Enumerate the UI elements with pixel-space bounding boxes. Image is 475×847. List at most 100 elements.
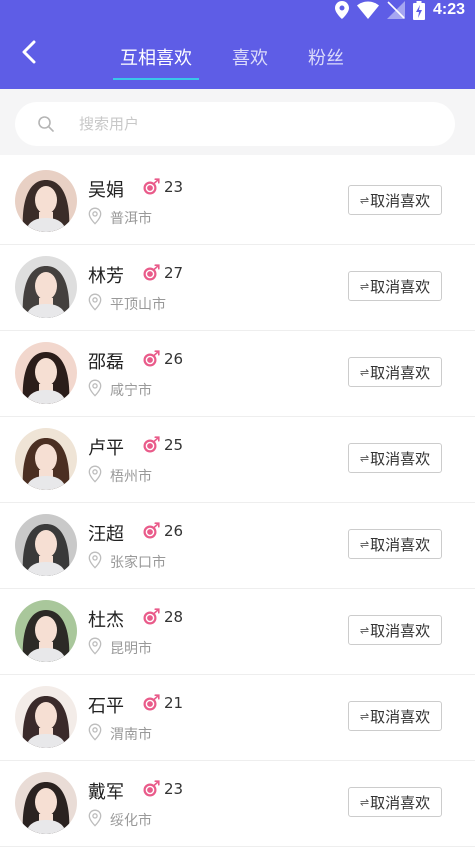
search-input[interactable] [77, 114, 411, 134]
tab-fans[interactable]: 粉丝 [288, 34, 364, 80]
user-name[interactable]: 汪超 [88, 520, 124, 546]
female-gender-icon [143, 350, 160, 367]
unlike-button-label: 取消喜欢 [370, 191, 431, 210]
unlike-button-label: 取消喜欢 [370, 621, 431, 640]
avatar-image [15, 686, 77, 748]
unlike-button[interactable]: ⇌ 取消喜欢 [348, 615, 442, 645]
swap-arrows-icon: ⇌ [359, 795, 370, 809]
location-pin-icon [88, 637, 102, 655]
battery-icon [412, 0, 425, 20]
list-item[interactable]: 戴军 23 绥化市 ⇌ 取消喜欢 [0, 761, 475, 847]
location-pin-icon [88, 723, 102, 741]
female-gender-icon [143, 522, 160, 539]
list-item[interactable]: 林芳 27 平顶山市 ⇌ 取消喜欢 [0, 245, 475, 331]
wifi-icon [356, 1, 379, 19]
swap-arrows-icon: ⇌ [359, 279, 370, 293]
list-item[interactable]: 卢平 25 梧州市 ⇌ 取消喜欢 [0, 417, 475, 503]
user-list: 吴娟 23 普洱市 ⇌ 取消喜欢 林芳 27 平顶山市 ⇌ 取消喜欢 邵磊 26… [0, 159, 475, 847]
user-city: 渭南市 [110, 727, 152, 743]
avatar-image [15, 772, 77, 834]
status-bar: 4:23 [0, 0, 475, 20]
unlike-button[interactable]: ⇌ 取消喜欢 [348, 271, 442, 301]
user-age: 21 [164, 694, 184, 712]
avatar[interactable] [15, 342, 77, 404]
avatar-image [15, 342, 77, 404]
user-age: 27 [164, 264, 184, 282]
back-button[interactable] [16, 39, 42, 65]
user-name[interactable]: 邵磊 [88, 348, 124, 374]
user-name[interactable]: 杜杰 [88, 606, 124, 632]
swap-arrows-icon: ⇌ [359, 365, 370, 379]
user-city: 绥化市 [110, 813, 152, 829]
female-gender-icon [143, 608, 160, 625]
swap-arrows-icon: ⇌ [359, 623, 370, 637]
user-age: 26 [164, 350, 184, 368]
list-item[interactable]: 邵磊 26 咸宁市 ⇌ 取消喜欢 [0, 331, 475, 417]
avatar-image [15, 428, 77, 490]
avatar[interactable] [15, 600, 77, 662]
user-city: 咸宁市 [110, 383, 152, 399]
unlike-button[interactable]: ⇌ 取消喜欢 [348, 357, 442, 387]
swap-arrows-icon: ⇌ [359, 537, 370, 551]
list-item[interactable]: 吴娟 23 普洱市 ⇌ 取消喜欢 [0, 159, 475, 245]
list-item[interactable]: 石平 21 渭南市 ⇌ 取消喜欢 [0, 675, 475, 761]
unlike-button[interactable]: ⇌ 取消喜欢 [348, 185, 442, 215]
swap-arrows-icon: ⇌ [359, 451, 370, 465]
unlike-button-label: 取消喜欢 [370, 707, 431, 726]
avatar-image [15, 170, 77, 232]
location-pin-icon [88, 465, 102, 483]
tab-like[interactable]: 喜欢 [212, 34, 288, 80]
status-time: 4:23 [432, 1, 465, 18]
user-city: 昆明市 [110, 641, 152, 657]
avatar[interactable] [15, 428, 77, 490]
user-name[interactable]: 戴军 [88, 778, 124, 804]
avatar[interactable] [15, 514, 77, 576]
avatar-image [15, 256, 77, 318]
unlike-button[interactable]: ⇌ 取消喜欢 [348, 529, 442, 559]
avatar[interactable] [15, 686, 77, 748]
female-gender-icon [143, 436, 160, 453]
female-gender-icon [143, 694, 160, 711]
user-city: 张家口市 [110, 555, 166, 571]
status-icons: 4:23 [334, 0, 465, 20]
user-name[interactable]: 林芳 [88, 262, 124, 288]
user-age: 28 [164, 608, 184, 626]
location-pin-icon [88, 207, 102, 225]
list-item[interactable]: 汪超 26 张家口市 ⇌ 取消喜欢 [0, 503, 475, 589]
unlike-button[interactable]: ⇌ 取消喜欢 [348, 443, 442, 473]
swap-arrows-icon: ⇌ [359, 193, 370, 207]
location-pin-icon [88, 551, 102, 569]
user-name[interactable]: 石平 [88, 692, 124, 718]
avatar[interactable] [15, 170, 77, 232]
avatar[interactable] [15, 772, 77, 834]
unlike-button[interactable]: ⇌ 取消喜欢 [348, 701, 442, 731]
user-age: 25 [164, 436, 184, 454]
user-age: 23 [164, 780, 184, 798]
avatar[interactable] [15, 256, 77, 318]
signal-icon [386, 1, 405, 19]
list-item[interactable]: 杜杰 28 昆明市 ⇌ 取消喜欢 [0, 589, 475, 675]
search-icon [38, 116, 54, 132]
unlike-button-label: 取消喜欢 [370, 277, 431, 296]
search-section [0, 89, 475, 155]
location-pin-icon [88, 809, 102, 827]
location-pin-icon [88, 293, 102, 311]
female-gender-icon [143, 780, 160, 797]
user-city: 普洱市 [110, 211, 152, 227]
search-box[interactable] [15, 102, 455, 146]
user-name[interactable]: 吴娟 [88, 176, 124, 202]
chevron-left-icon [22, 40, 36, 64]
unlike-button-label: 取消喜欢 [370, 535, 431, 554]
unlike-button-label: 取消喜欢 [370, 363, 431, 382]
tab-bar: 互相喜欢 喜欢 粉丝 [100, 34, 364, 80]
unlike-button[interactable]: ⇌ 取消喜欢 [348, 787, 442, 817]
user-age: 23 [164, 178, 184, 196]
unlike-button-label: 取消喜欢 [370, 449, 431, 468]
avatar-image [15, 514, 77, 576]
user-name[interactable]: 卢平 [88, 434, 124, 460]
location-pin-icon [88, 379, 102, 397]
avatar-image [15, 600, 77, 662]
tab-mutual-like[interactable]: 互相喜欢 [100, 34, 212, 80]
unlike-button-label: 取消喜欢 [370, 793, 431, 812]
user-age: 26 [164, 522, 184, 540]
